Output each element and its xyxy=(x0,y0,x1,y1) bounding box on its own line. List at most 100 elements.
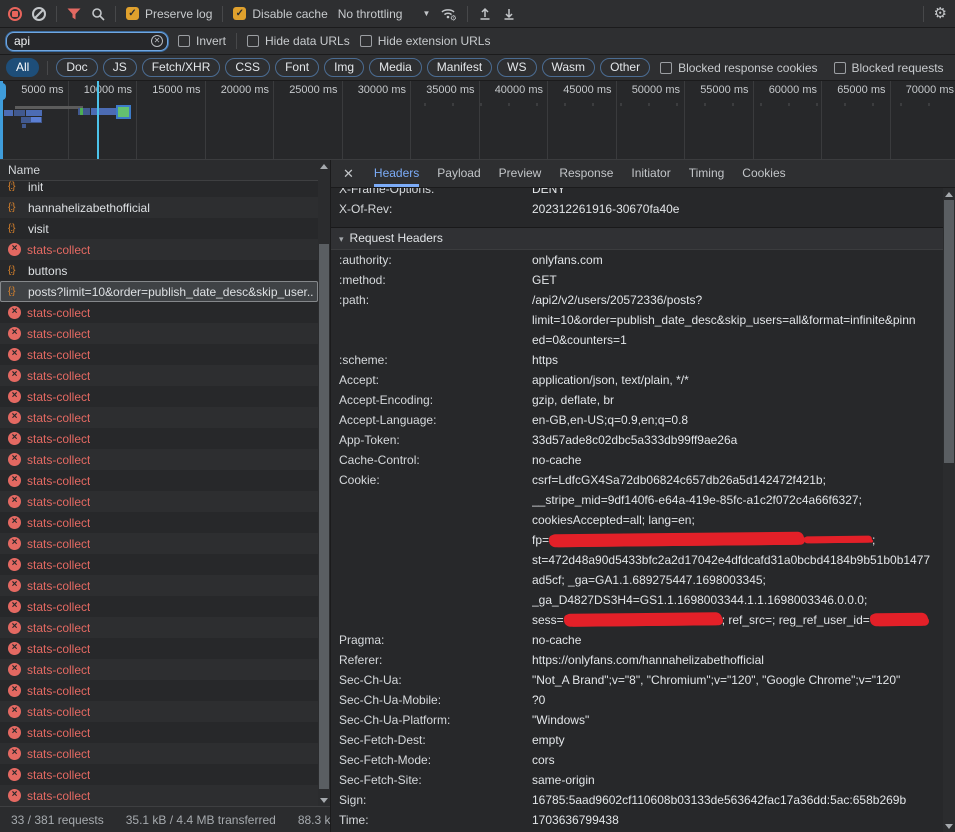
request-row[interactable]: ×stats-collect xyxy=(0,386,318,407)
scroll-up-icon[interactable] xyxy=(318,160,330,172)
close-icon[interactable]: ✕ xyxy=(343,160,354,187)
request-row[interactable]: {:}hannahelizabethofficial xyxy=(0,197,318,218)
record-icon[interactable] xyxy=(8,7,22,21)
filter-chip-css[interactable]: CSS xyxy=(225,58,270,77)
header-value-line: st=472d48a90d5433bfc2a2d17042e4dfdcafd31… xyxy=(532,550,943,570)
filter-chip-doc[interactable]: Doc xyxy=(56,58,97,77)
request-row[interactable]: ×stats-collect xyxy=(0,764,318,785)
scroll-up-icon[interactable] xyxy=(943,188,955,200)
filter-chip-wasm[interactable]: Wasm xyxy=(542,58,596,77)
blocked-requests-checkbox[interactable]: Blocked requests xyxy=(834,61,944,75)
hide-extension-urls-checkbox[interactable]: Hide extension URLs xyxy=(360,34,491,48)
request-list-scrollbar[interactable] xyxy=(318,160,330,806)
request-row[interactable]: ×stats-collect xyxy=(0,617,318,638)
request-row[interactable]: {:}visit xyxy=(0,218,318,239)
request-row[interactable]: ×stats-collect xyxy=(0,302,318,323)
gear-icon[interactable]: ⚙ xyxy=(934,6,947,21)
header-name: :authority: xyxy=(331,250,532,270)
export-har-icon[interactable] xyxy=(502,7,516,21)
header-value: DENY xyxy=(532,188,943,199)
request-row[interactable]: ×stats-collect xyxy=(0,785,318,806)
header-value-line: application/json, text/plain, */* xyxy=(532,370,943,390)
header-value-line: gzip, deflate, br xyxy=(532,390,943,410)
filter-chip-ws[interactable]: WS xyxy=(497,58,536,77)
scrollbar-thumb[interactable] xyxy=(319,244,329,789)
tab-preview[interactable]: Preview xyxy=(499,160,542,187)
request-row[interactable]: ×stats-collect xyxy=(0,428,318,449)
filter-chip-media[interactable]: Media xyxy=(369,58,422,77)
tab-timing[interactable]: Timing xyxy=(689,160,725,187)
header-row: Sec-Ch-Ua:"Not_A Brand";v="8", "Chromium… xyxy=(331,670,943,690)
request-row[interactable]: ×stats-collect xyxy=(0,491,318,512)
tab-headers[interactable]: Headers xyxy=(374,160,419,187)
scroll-down-icon[interactable] xyxy=(943,820,955,832)
toolbar-divider xyxy=(923,6,924,22)
request-row[interactable]: ×stats-collect xyxy=(0,575,318,596)
request-row[interactable]: ×stats-collect xyxy=(0,323,318,344)
waterfall-bar xyxy=(22,124,26,128)
filter-funnel-icon[interactable] xyxy=(67,8,81,20)
request-row[interactable]: ×stats-collect xyxy=(0,743,318,764)
request-name: buttons xyxy=(28,264,67,278)
request-row[interactable]: ×stats-collect xyxy=(0,512,318,533)
timeline-minor-tick xyxy=(704,103,706,106)
invert-checkbox[interactable]: Invert xyxy=(178,34,226,48)
clear-icon[interactable] xyxy=(32,7,46,21)
filter-chip-font[interactable]: Font xyxy=(275,58,319,77)
tab-payload[interactable]: Payload xyxy=(437,160,480,187)
request-row[interactable]: ×stats-collect xyxy=(0,680,318,701)
disable-cache-checkbox[interactable]: ✓ Disable cache xyxy=(233,7,327,21)
request-row[interactable]: {:}init xyxy=(0,181,318,197)
request-row[interactable]: ×stats-collect xyxy=(0,659,318,680)
request-row[interactable]: ×stats-collect xyxy=(0,407,318,428)
detail-scrollbar[interactable] xyxy=(943,188,955,832)
request-row[interactable]: ×stats-collect xyxy=(0,239,318,260)
scroll-down-icon[interactable] xyxy=(318,794,330,806)
section-title: Request Headers xyxy=(350,231,443,245)
filter-input[interactable] xyxy=(6,32,168,51)
tab-initiator[interactable]: Initiator xyxy=(631,160,670,187)
request-row[interactable]: {:} buttons xyxy=(0,260,318,281)
request-row[interactable]: ×stats-collect xyxy=(0,701,318,722)
header-value: 16785:5aad9602cf110608b03133de563642fac1… xyxy=(532,790,943,810)
request-row[interactable]: ×stats-collect xyxy=(0,638,318,659)
tab-cookies[interactable]: Cookies xyxy=(742,160,785,187)
network-conditions-icon[interactable]: ⚙ xyxy=(440,6,457,21)
filter-chip-img[interactable]: Img xyxy=(324,58,364,77)
network-overview-timeline[interactable]: 5000 ms10000 ms15000 ms20000 ms25000 ms3… xyxy=(0,81,955,160)
header-row: Sec-Ch-Ua-Platform:"Windows" xyxy=(331,710,943,730)
filter-chip-other[interactable]: Other xyxy=(600,58,650,77)
request-name: stats-collect xyxy=(27,726,90,740)
request-row[interactable]: ×stats-collect xyxy=(0,554,318,575)
blocked-response-cookies-checkbox[interactable]: Blocked response cookies xyxy=(660,61,817,75)
request-headers-section-header[interactable]: ▾Request Headers xyxy=(331,228,943,250)
search-icon[interactable] xyxy=(91,7,105,21)
request-row-selected[interactable]: {:}posts?limit=10&order=publish_date_des… xyxy=(0,281,318,302)
import-har-icon[interactable] xyxy=(478,7,492,21)
filter-chip-manifest[interactable]: Manifest xyxy=(427,58,492,77)
header-value-line: empty xyxy=(532,730,943,750)
request-row[interactable]: ×stats-collect xyxy=(0,533,318,554)
request-row[interactable]: ×stats-collect xyxy=(0,596,318,617)
header-value: same-origin xyxy=(532,770,943,790)
preserve-log-checkbox[interactable]: ✓ Preserve log xyxy=(126,7,212,21)
tab-response[interactable]: Response xyxy=(559,160,613,187)
scrollbar-thumb[interactable] xyxy=(944,200,954,463)
request-row[interactable]: ×stats-collect xyxy=(0,470,318,491)
filter-chip-all[interactable]: All xyxy=(6,58,39,77)
hide-data-urls-checkbox[interactable]: Hide data URLs xyxy=(247,34,350,48)
filter-chip-fetch-xhr[interactable]: Fetch/XHR xyxy=(142,58,221,77)
json-request-icon: {:} xyxy=(8,265,22,276)
header-value-line: sess=; ref_src=; reg_ref_user_id= xyxy=(532,610,943,630)
request-row[interactable]: ×stats-collect xyxy=(0,365,318,386)
request-row[interactable]: ×stats-collect xyxy=(0,722,318,743)
header-value-line: cors xyxy=(532,750,943,770)
overview-selection-grip[interactable] xyxy=(0,83,6,100)
header-name: :scheme: xyxy=(331,350,532,370)
request-row[interactable]: ×stats-collect xyxy=(0,344,318,365)
request-row[interactable]: ×stats-collect xyxy=(0,449,318,470)
clear-filter-icon[interactable]: ✕ xyxy=(151,35,163,47)
filter-chip-js[interactable]: JS xyxy=(103,58,137,77)
throttling-dropdown[interactable]: No throttling ▼ xyxy=(338,7,431,21)
name-column-header[interactable]: Name xyxy=(0,160,330,181)
